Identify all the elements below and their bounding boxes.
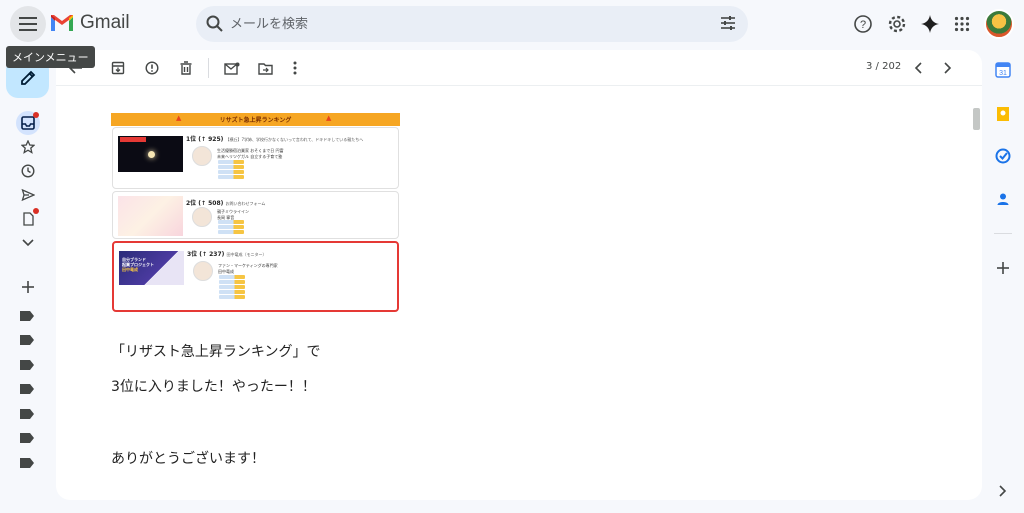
- gmail-m-icon: [51, 15, 73, 31]
- unread-dot: [33, 112, 39, 118]
- moon-graphic: [148, 151, 155, 158]
- inbox-icon: [21, 116, 35, 130]
- search-input[interactable]: [230, 14, 690, 34]
- chevron-left-icon[interactable]: [908, 58, 928, 78]
- mark-unread-icon[interactable]: [222, 58, 242, 78]
- move-to-folder-icon[interactable]: [255, 58, 275, 78]
- report-spam-icon[interactable]: [142, 58, 162, 78]
- nav-more[interactable]: [16, 231, 40, 255]
- send-icon: [21, 188, 35, 202]
- gmail-logo[interactable]: Gmail: [50, 12, 130, 34]
- message-pager: 3 / 202: [866, 61, 902, 72]
- search-bar[interactable]: [196, 6, 748, 42]
- archive-icon[interactable]: [108, 58, 128, 78]
- scrollbar-thumb[interactable]: [973, 108, 980, 130]
- help-icon[interactable]: ?: [851, 12, 875, 36]
- hamburger-icon: [19, 17, 37, 31]
- label-icon[interactable]: [20, 311, 34, 321]
- ranking-thumbnail: 自分ブランド 起業プロジェクト 田中竜成: [119, 251, 184, 285]
- main-menu-button[interactable]: [10, 6, 46, 42]
- ranking-header: ▲ リサズト急上昇ランキング ▲: [111, 113, 400, 126]
- body-line-2: 3位に入りました！やったー！！: [111, 379, 316, 395]
- award-badges: [219, 275, 245, 300]
- chevron-right-icon[interactable]: [938, 58, 958, 78]
- nav-drafts[interactable]: [16, 207, 40, 231]
- award-badges: [218, 220, 244, 235]
- body-line-3: ありがとうございます！: [111, 451, 265, 467]
- nav-inbox[interactable]: [16, 111, 40, 135]
- author-photo: [192, 207, 212, 227]
- account-avatar[interactable]: [984, 9, 1014, 39]
- drafts-dot: [33, 208, 39, 214]
- calendar-icon[interactable]: 31: [993, 60, 1013, 80]
- rank-subtitle: お問い合わせフォーム: [225, 201, 266, 206]
- more-vert-icon[interactable]: [285, 58, 305, 78]
- message-view: 3 / 202 ▲ リサズト急上昇ランキング ▲ 1位 (↑ 925) 【横丘】…: [56, 50, 982, 500]
- search-options-icon[interactable]: [720, 15, 736, 31]
- nav-snoozed[interactable]: [16, 159, 40, 183]
- award-badges: [218, 160, 244, 180]
- label-icon[interactable]: [20, 409, 34, 419]
- clock-icon: [21, 164, 35, 178]
- ranking-card-3-highlighted[interactable]: 自分ブランド 起業プロジェクト 田中竜成 3位 (↑ 237) 田中竜成（モニタ…: [112, 241, 399, 312]
- chevron-down-icon: [22, 239, 34, 247]
- svg-text:?: ?: [860, 19, 866, 31]
- star-icon: [21, 140, 35, 154]
- main-menu-tooltip: メインメニュー: [6, 46, 95, 68]
- top-bar: Gmail ?: [0, 0, 1024, 48]
- rank-position: 2位 (↑ 508): [186, 200, 224, 207]
- nav-sent[interactable]: [16, 183, 40, 207]
- ranking-card-2[interactable]: 2位 (↑ 508) お問い合わせフォーム 親子ミウライイン 長岡 寧音: [112, 191, 399, 239]
- ranking-thumbnail: [118, 136, 183, 172]
- search-icon[interactable]: [206, 15, 224, 33]
- label-icon[interactable]: [20, 384, 34, 394]
- fire-icon: ▲: [326, 114, 332, 122]
- rail-divider: [994, 233, 1012, 234]
- tasks-icon[interactable]: [993, 146, 1013, 166]
- ranking-title: リサズト急上昇ランキング: [219, 117, 292, 124]
- label-icon[interactable]: [20, 335, 34, 345]
- live-badge: [120, 137, 146, 142]
- keep-icon[interactable]: [993, 104, 1013, 124]
- add-addon-icon[interactable]: [993, 258, 1013, 278]
- rank-position: 1位 (↑ 925): [186, 136, 224, 143]
- pencil-icon: [20, 70, 35, 85]
- ranking-image: ▲ リサズト急上昇ランキング ▲ 1位 (↑ 925) 【横丘】7学姉、学校行か…: [111, 113, 400, 313]
- thumb-text: 田中竜成: [122, 267, 138, 272]
- body-line-1: 「リザスト急上昇ランキング」で: [111, 344, 321, 360]
- plus-icon: [22, 281, 34, 293]
- label-icon[interactable]: [20, 360, 34, 370]
- author-photo: [193, 261, 213, 281]
- delete-trash-icon[interactable]: [176, 58, 196, 78]
- nav-starred[interactable]: [16, 135, 40, 159]
- app-name: Gmail: [80, 12, 130, 33]
- rank-position: 3位 (↑ 237): [187, 251, 225, 258]
- message-toolbar: 3 / 202: [56, 50, 982, 86]
- gemini-sparkle-icon[interactable]: [918, 12, 942, 36]
- label-icon[interactable]: [20, 458, 34, 468]
- contacts-icon[interactable]: [993, 189, 1013, 209]
- draft-file-icon: [23, 212, 34, 226]
- svg-text:31: 31: [999, 70, 1007, 77]
- apps-grid-icon[interactable]: [950, 12, 974, 36]
- toolbar-divider: [208, 58, 209, 78]
- ranking-card-1[interactable]: 1位 (↑ 925) 【横丘】7学姉、学校行かなくないって言われて、ドキドキして…: [112, 127, 399, 189]
- fire-icon: ▲: [176, 114, 182, 122]
- rank-subtitle: 田中竜成（モニター）: [226, 252, 267, 257]
- expand-panel-chevron-icon[interactable]: [993, 481, 1013, 501]
- label-icon[interactable]: [20, 433, 34, 443]
- settings-gear-icon[interactable]: [885, 12, 909, 36]
- rank-subtitle: 【横丘】7学姉、学校行かなくないって言われて、ドキドキしている親たちへ: [225, 137, 364, 142]
- create-label-button[interactable]: [16, 275, 40, 299]
- ranking-thumbnail: [118, 196, 183, 236]
- author-photo: [192, 146, 212, 166]
